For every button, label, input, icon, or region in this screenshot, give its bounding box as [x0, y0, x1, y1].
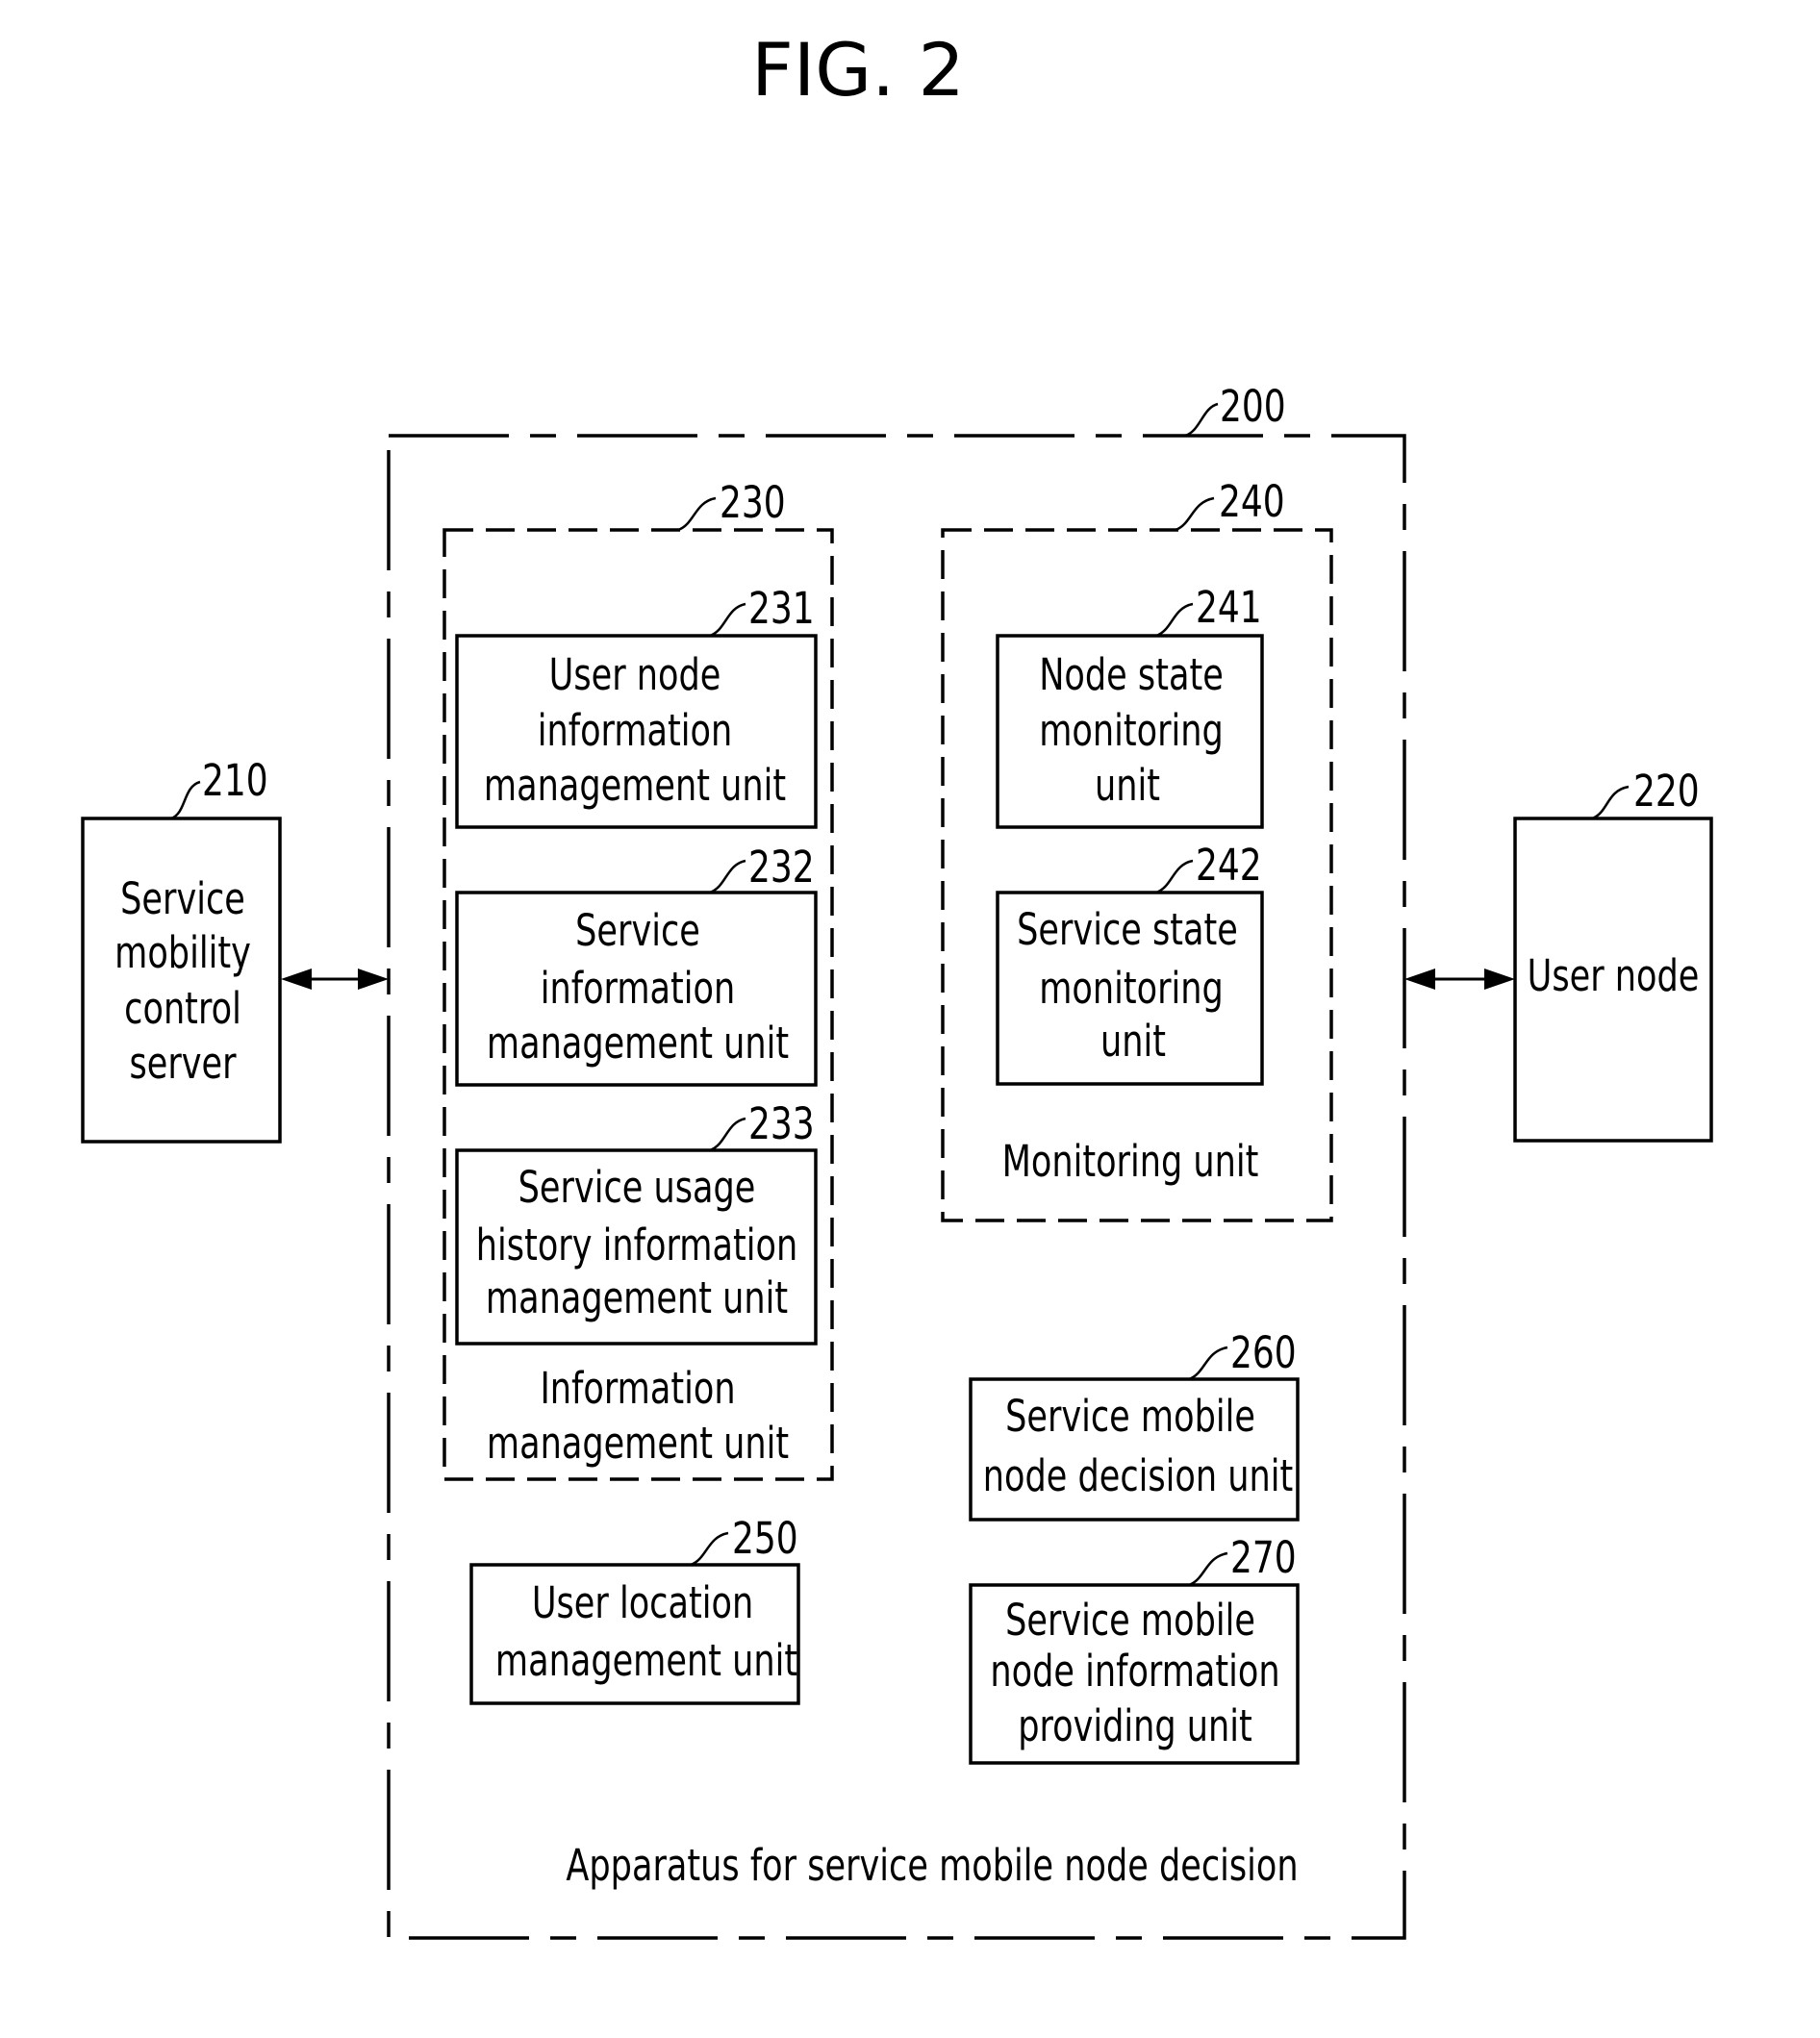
right-bidirectional-arrow	[1404, 969, 1515, 990]
box-text-line: User location	[532, 1578, 753, 1628]
ref-250: 250	[732, 1513, 798, 1564]
box-text-line: Service usage	[518, 1163, 756, 1213]
box-text-line: server	[129, 1039, 236, 1089]
service-state-monitoring-unit-box: 242 Service state monitoring unit	[996, 840, 1264, 1086]
box-text-line: information	[538, 706, 733, 756]
ref-270: 270	[1230, 1532, 1297, 1583]
leader-230	[677, 496, 717, 532]
box-text-line: monitoring	[1039, 964, 1224, 1014]
service-information-management-unit-box: 232 Service information management unit	[455, 842, 818, 1087]
box-text-line: unit	[1100, 1017, 1166, 1067]
ref-200: 200	[1220, 381, 1286, 432]
box-text-line: Node state	[1039, 650, 1224, 700]
monitoring-unit-box: 240 Monitoring unit 241 Node state monit…	[941, 476, 1333, 1222]
ref-260: 260	[1230, 1327, 1297, 1378]
service-usage-history-information-management-unit-box: 233 Service usage history information ma…	[455, 1098, 818, 1346]
arrowhead-right	[1484, 969, 1515, 990]
ref-210: 210	[202, 755, 268, 806]
box-text-line: Service	[120, 874, 245, 924]
box-text-line: monitoring	[1039, 706, 1224, 756]
box-text-line: node information	[990, 1647, 1279, 1697]
box-text-line: mobility	[114, 928, 251, 978]
ref-220: 220	[1633, 766, 1700, 817]
arrowhead-left	[1404, 969, 1435, 990]
left-bidirectional-arrow	[281, 969, 389, 990]
box-text-line: User node	[1528, 951, 1700, 1001]
box-text-line: management unit	[487, 1019, 789, 1069]
group-label-line: Monitoring unit	[1002, 1137, 1259, 1187]
box-text-line: management unit	[495, 1636, 797, 1686]
leader-241	[1155, 602, 1194, 638]
box-text-line: Service	[575, 906, 700, 956]
box-text-line: history information	[476, 1220, 797, 1271]
leader-240	[1175, 496, 1215, 532]
leader-270	[1188, 1551, 1228, 1587]
group-label-line: Information	[540, 1364, 735, 1414]
box-text-line: providing unit	[1018, 1701, 1252, 1751]
service-mobile-node-decision-unit-box: 260 Service mobile node decision unit	[969, 1327, 1300, 1522]
user-node-box: 220 User node	[1513, 766, 1713, 1143]
ref-232: 232	[748, 842, 815, 893]
ref-240: 240	[1219, 476, 1285, 527]
user-location-management-unit-box: 250 User location management unit	[469, 1513, 800, 1705]
arrowhead-left	[281, 969, 312, 990]
arrowhead-right	[358, 969, 389, 990]
box-text-line: information	[541, 964, 736, 1014]
box-text-line: management unit	[486, 1273, 788, 1323]
leader-242	[1155, 859, 1194, 894]
leader-200	[1184, 402, 1219, 438]
box-text-line: unit	[1095, 761, 1160, 811]
leader-210	[170, 780, 201, 820]
service-mobile-node-information-providing-unit-box: 270 Service mobile node information prov…	[969, 1532, 1300, 1765]
leader-250	[690, 1531, 729, 1567]
box-text-line: control	[124, 984, 241, 1034]
node-state-monitoring-unit-box: 241 Node state monitoring unit	[996, 582, 1264, 829]
box-text-line: management unit	[484, 761, 786, 811]
leader-231	[709, 602, 746, 638]
ref-233: 233	[748, 1098, 815, 1149]
box-text-line: Service mobile	[1005, 1596, 1255, 1646]
box-text-line: node decision unit	[983, 1451, 1294, 1501]
group-label-line: management unit	[487, 1419, 789, 1469]
leader-233	[709, 1117, 746, 1152]
figure-title: FIG. 2	[751, 27, 965, 113]
leader-220	[1591, 785, 1630, 820]
box-text-line: Service mobile	[1005, 1392, 1255, 1442]
ref-231: 231	[748, 583, 815, 634]
leader-260	[1188, 1346, 1228, 1381]
user-node-information-management-unit-box: 231 User node information management uni…	[455, 583, 818, 829]
box-text-line: User node	[549, 650, 721, 700]
block-diagram: FIG. 2 200 Apparatus for service mobile …	[81, 27, 1713, 1940]
information-management-unit-box: 230 Information management unit 231 User…	[442, 477, 834, 1481]
ref-241: 241	[1196, 582, 1262, 633]
ref-242: 242	[1196, 840, 1262, 891]
ref-230: 230	[720, 477, 786, 528]
apparatus-label: Apparatus for service mobile node decisi…	[566, 1841, 1298, 1891]
box-text-line: Service state	[1017, 905, 1238, 955]
service-mobility-control-server-box: 210 Service mobility control server	[81, 755, 282, 1144]
leader-232	[709, 859, 746, 894]
